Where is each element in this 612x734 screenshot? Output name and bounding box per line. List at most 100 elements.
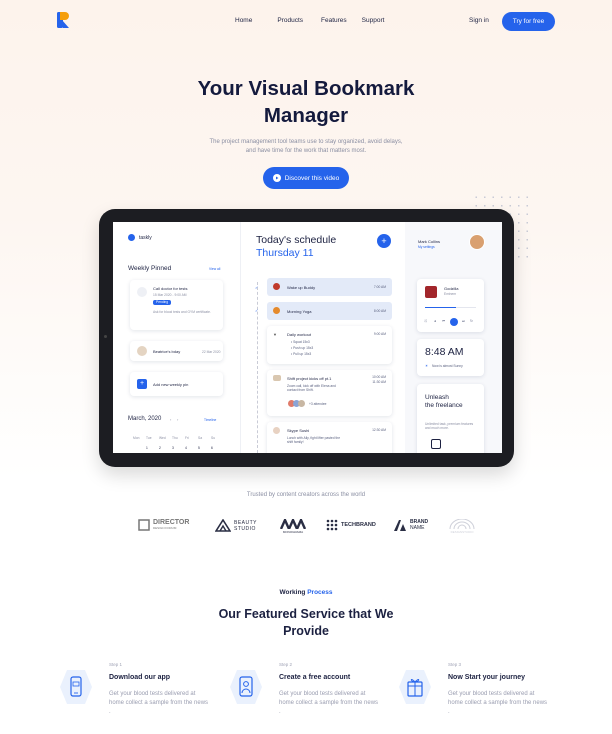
music-player-card: Godzilla Eminem ⤮ ◂ ⏮ ⏭ ↻ — [417, 279, 484, 332]
schedule-item-title: Shift project kicks off pt.1 — [287, 376, 332, 381]
brand-logo-wave: DESIGNSTUDIO — [448, 519, 476, 534]
add-pin-card[interactable]: + Add new weekly pin — [130, 372, 223, 396]
timeline-link[interactable]: Timeline — [204, 418, 216, 422]
weekday: Fri — [185, 436, 189, 440]
schedule-item[interactable]: Shift project kicks off pt.1 10:00 AM 11… — [267, 370, 392, 416]
volume-icon[interactable]: ◂ — [434, 319, 436, 323]
promo-card[interactable]: Unleash the freelance Unlimited task, pr… — [417, 384, 484, 453]
phone-icon — [60, 670, 92, 704]
process-title-line2: Provide — [283, 624, 329, 638]
signin-link[interactable]: Sign in — [469, 17, 489, 24]
schedule-item-title: Morning Yoga — [287, 309, 312, 314]
play-pause-icon[interactable] — [450, 318, 458, 326]
song-artist: Eminem — [444, 292, 457, 296]
calendar-day[interactable]: 6 — [211, 446, 219, 450]
director-icon — [138, 519, 150, 531]
pinned-task-note: Ask for blood tests and GYM certificate. — [153, 310, 211, 314]
schedule-item[interactable]: Morning Yoga 8:00 AM — [267, 302, 392, 320]
eyebrow-text: Working — [279, 589, 306, 596]
gift-icon — [399, 670, 431, 704]
schedule-item-title: Wake up Buddy — [287, 285, 316, 290]
nav-support[interactable]: Support — [362, 17, 385, 24]
schedule-item[interactable]: ▼ Daily workout 9:00 AM • Squat 15x3 • P… — [267, 326, 392, 364]
hero-title-line2: Manager — [263, 104, 349, 127]
promo-title-line2: the freelance — [425, 402, 463, 409]
check-icon: ✓ — [255, 308, 259, 313]
weekday: Wed — [159, 436, 166, 440]
calendar-day[interactable]: 4 — [185, 446, 193, 450]
calendar-prev-icon[interactable]: ‹ — [170, 417, 171, 422]
calendar-day[interactable]: 5 — [198, 446, 206, 450]
pinned-task-card[interactable]: Call doctor for tests 15 Mar 2020 - 9:00… — [130, 280, 223, 330]
promo-text: Unlimited task, premium features and muc… — [425, 422, 474, 430]
shuffle-icon[interactable]: ⤮ — [424, 319, 427, 323]
weekday: Thu — [172, 436, 178, 440]
brand-logo-monograma: MONOGRAMA — [280, 519, 306, 534]
schedule-item[interactable]: Skype Sushi 12:30 AM Lunch with Ally, fi… — [267, 422, 392, 453]
step-desc: Get your blood tests delivered at home c… — [109, 691, 209, 715]
calendar-day[interactable]: 3 — [172, 446, 180, 450]
calendar-day[interactable]: 2 — [159, 446, 167, 450]
step-label: Step 2 — [279, 662, 293, 667]
schedule-item-time: 10:00 AM — [372, 375, 386, 379]
people-icon — [273, 375, 281, 381]
attendee-count: +3 attendee — [309, 402, 327, 406]
schedule-item[interactable]: Wake up Buddy 7:00 AM — [267, 278, 392, 296]
next-icon[interactable]: ⏭ — [462, 319, 465, 323]
dog-icon — [273, 283, 280, 290]
plus-icon: + — [137, 379, 147, 389]
monograma-icon — [280, 519, 306, 529]
schedule-title: Today's schedule — [256, 234, 337, 246]
weekday: Tue — [146, 436, 152, 440]
workout-item-text: Push up 15x3 — [293, 346, 314, 350]
process-title-line1: Our Featured Service that We — [218, 607, 394, 621]
view-all-link[interactable]: View all — [209, 267, 220, 271]
brand-logo-beauty: BEAUTY STUDIO — [215, 519, 257, 532]
step-desc: Get your blood tests delivered at home c… — [448, 691, 548, 715]
user-settings-link[interactable]: My settings — [418, 245, 435, 249]
brand-sub: DESIGN FORUM — [153, 526, 177, 530]
wave-icon — [449, 519, 475, 529]
gift-illustration — [431, 439, 441, 449]
calendar-row: 1 2 3 4 5 6 — [146, 446, 219, 450]
song-title: Godzilla — [444, 286, 459, 291]
process-eyebrow: Working Process — [0, 589, 612, 596]
schedule-item-time: 8:00 AM — [373, 309, 386, 313]
calendar-month: March, 2020 — [128, 416, 162, 422]
try-free-button[interactable]: Try for free — [502, 12, 555, 31]
nav-products[interactable]: Products — [277, 17, 303, 24]
hero-subtitle: The project management tool teams use to… — [209, 139, 403, 154]
brand-name: BEAUTY — [234, 519, 258, 526]
account-icon — [230, 670, 262, 704]
add-task-button[interactable]: + — [377, 234, 391, 248]
discover-video-button[interactable]: Discover this video — [263, 167, 349, 189]
schedule-item-note: Lunch with Ally, fight lifter pasted the… — [287, 436, 341, 444]
app-left-panel: taskly Weekly Pinned View all Call docto… — [113, 222, 241, 453]
birthday-date: 22 Mar 2020 — [202, 350, 221, 354]
user-name: Mark Collins — [418, 239, 441, 244]
repeat-icon[interactable]: ↻ — [470, 319, 473, 323]
album-cover — [425, 286, 437, 298]
logo-icon[interactable] — [57, 12, 69, 28]
calendar-weekdays: Mon Tue Wed Thu Fri Sa Su — [133, 436, 219, 440]
step-title: Download our app — [109, 674, 171, 681]
brand-name: TECHBRAND — [341, 522, 376, 528]
birthday-card[interactable]: Beatrice's bday 22 Mar 2020 — [130, 341, 223, 361]
calendar-next-icon[interactable]: › — [177, 417, 178, 422]
weekly-pinned-heading: Weekly Pinned — [128, 265, 172, 272]
nav-features[interactable]: Features — [321, 17, 347, 24]
hero-title-line1: Your Visual Bookmark — [197, 77, 415, 100]
weather-icon: ☀ — [425, 364, 428, 368]
step-title: Create a free account — [279, 674, 351, 681]
song-progress-track[interactable] — [425, 307, 476, 308]
schedule-item-title: Daily workout — [287, 332, 312, 337]
brand-sub: DESIGNSTUDIO — [450, 530, 474, 534]
calendar-day[interactable]: 1 — [146, 446, 154, 450]
nav-home[interactable]: Home — [235, 17, 252, 24]
previous-icon[interactable]: ⏮ — [442, 319, 445, 323]
brand-logo-techbrand: TECHBRAND — [326, 519, 376, 531]
song-progress-fill — [425, 307, 456, 308]
user-avatar[interactable] — [469, 234, 485, 250]
discover-label: Discover this video — [284, 174, 340, 182]
step-label: Step 3 — [448, 662, 462, 667]
